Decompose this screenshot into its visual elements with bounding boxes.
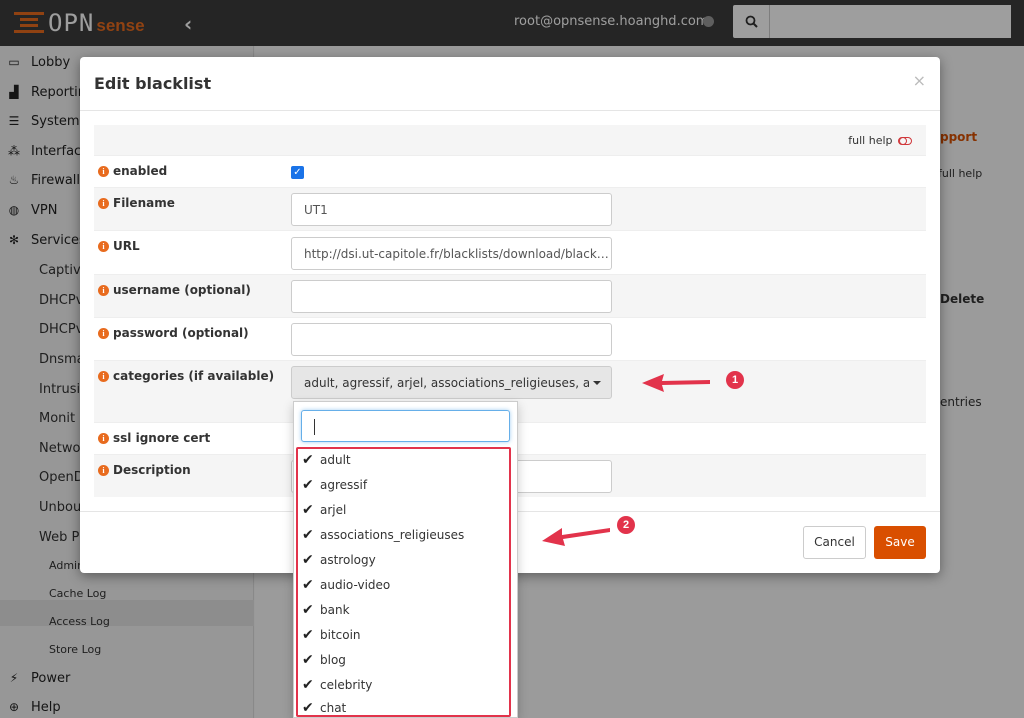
description-label: i Description (98, 463, 191, 477)
dropdown-option[interactable]: ✔ adult (302, 450, 502, 470)
info-icon[interactable]: i (98, 240, 109, 252)
check-icon: ✔ (302, 502, 314, 518)
dropdown-option[interactable]: ✔ arjel (302, 500, 502, 520)
username-label: i username (optional) (98, 283, 251, 297)
password-label: i password (optional) (98, 326, 249, 340)
ssl-label: i ssl ignore cert (98, 431, 210, 445)
row-password: i password (optional) (94, 317, 926, 360)
dropdown-option[interactable]: ✔ bank (302, 600, 502, 620)
check-icon: ✔ (302, 677, 314, 693)
info-icon[interactable]: i (98, 432, 109, 444)
dropdown-option[interactable]: ✔ audio-video (302, 575, 502, 595)
check-icon: ✔ (302, 652, 314, 668)
info-icon[interactable]: i (98, 327, 109, 339)
check-icon: ✔ (302, 527, 314, 543)
dropdown-search-input[interactable] (301, 410, 510, 442)
row-username: i username (optional) (94, 274, 926, 317)
check-icon: ✔ (302, 627, 314, 643)
filename-input[interactable]: UT1 (291, 193, 612, 226)
info-icon[interactable]: i (98, 165, 109, 177)
dialog-title: Edit blacklist (94, 74, 212, 93)
check-icon: ✔ (302, 552, 314, 568)
info-icon[interactable]: i (98, 370, 109, 382)
enabled-label: i enabled (98, 164, 167, 178)
annotation-arrow-2 (542, 528, 610, 546)
username-input[interactable] (291, 280, 612, 313)
check-icon: ✔ (302, 700, 314, 716)
filename-label: i Filename (98, 196, 175, 210)
annotation-badge-2: 2 (617, 516, 635, 534)
info-icon[interactable]: i (98, 464, 109, 476)
info-icon[interactable]: i (98, 197, 109, 209)
dropdown-option[interactable]: ✔ astrology (302, 550, 502, 570)
categories-select[interactable]: adult, agressif, arjel, associations_rel… (291, 366, 612, 399)
dropdown-option[interactable]: ✔ chat (302, 698, 502, 718)
categories-label: i categories (if available) (98, 369, 274, 383)
dropdown-option[interactable]: ✔ celebrity (302, 675, 502, 695)
close-icon[interactable]: × (913, 71, 926, 90)
annotation-badge-1: 1 (726, 371, 744, 389)
caret-down-icon (593, 381, 601, 385)
check-icon: ✔ (302, 602, 314, 618)
save-button[interactable]: Save (874, 526, 926, 559)
info-icon[interactable]: i (98, 284, 109, 296)
toggle-icon (898, 137, 912, 145)
row-enabled: i enabled ✓ (94, 155, 926, 187)
help-row: full help (94, 125, 926, 155)
row-filename: i Filename UT1 (94, 187, 926, 230)
annotation-arrow-1 (642, 374, 710, 392)
url-label: i URL (98, 239, 140, 253)
divider (80, 110, 940, 111)
url-input[interactable]: http://dsi.ut-capitole.fr/blacklists/dow… (291, 237, 612, 270)
dropdown-option[interactable]: ✔ bitcoin (302, 625, 502, 645)
check-icon: ✔ (302, 477, 314, 493)
password-input[interactable] (291, 323, 612, 356)
cancel-button[interactable]: Cancel (803, 526, 866, 559)
text-cursor (314, 419, 315, 435)
check-icon: ✔ (302, 452, 314, 468)
check-icon: ✔ (302, 577, 314, 593)
full-help-toggle[interactable]: full help (848, 134, 912, 147)
dropdown-option[interactable]: ✔ agressif (302, 475, 502, 495)
dropdown-option[interactable]: ✔ blog (302, 650, 502, 670)
enabled-checkbox[interactable]: ✓ (291, 166, 304, 179)
row-url: i URL http://dsi.ut-capitole.fr/blacklist… (94, 230, 926, 274)
categories-dropdown: ✔ adult ✔ agressif ✔ arjel ✔ associations_re… (293, 401, 518, 718)
dropdown-option[interactable]: ✔ associations_religieuses (302, 525, 502, 545)
